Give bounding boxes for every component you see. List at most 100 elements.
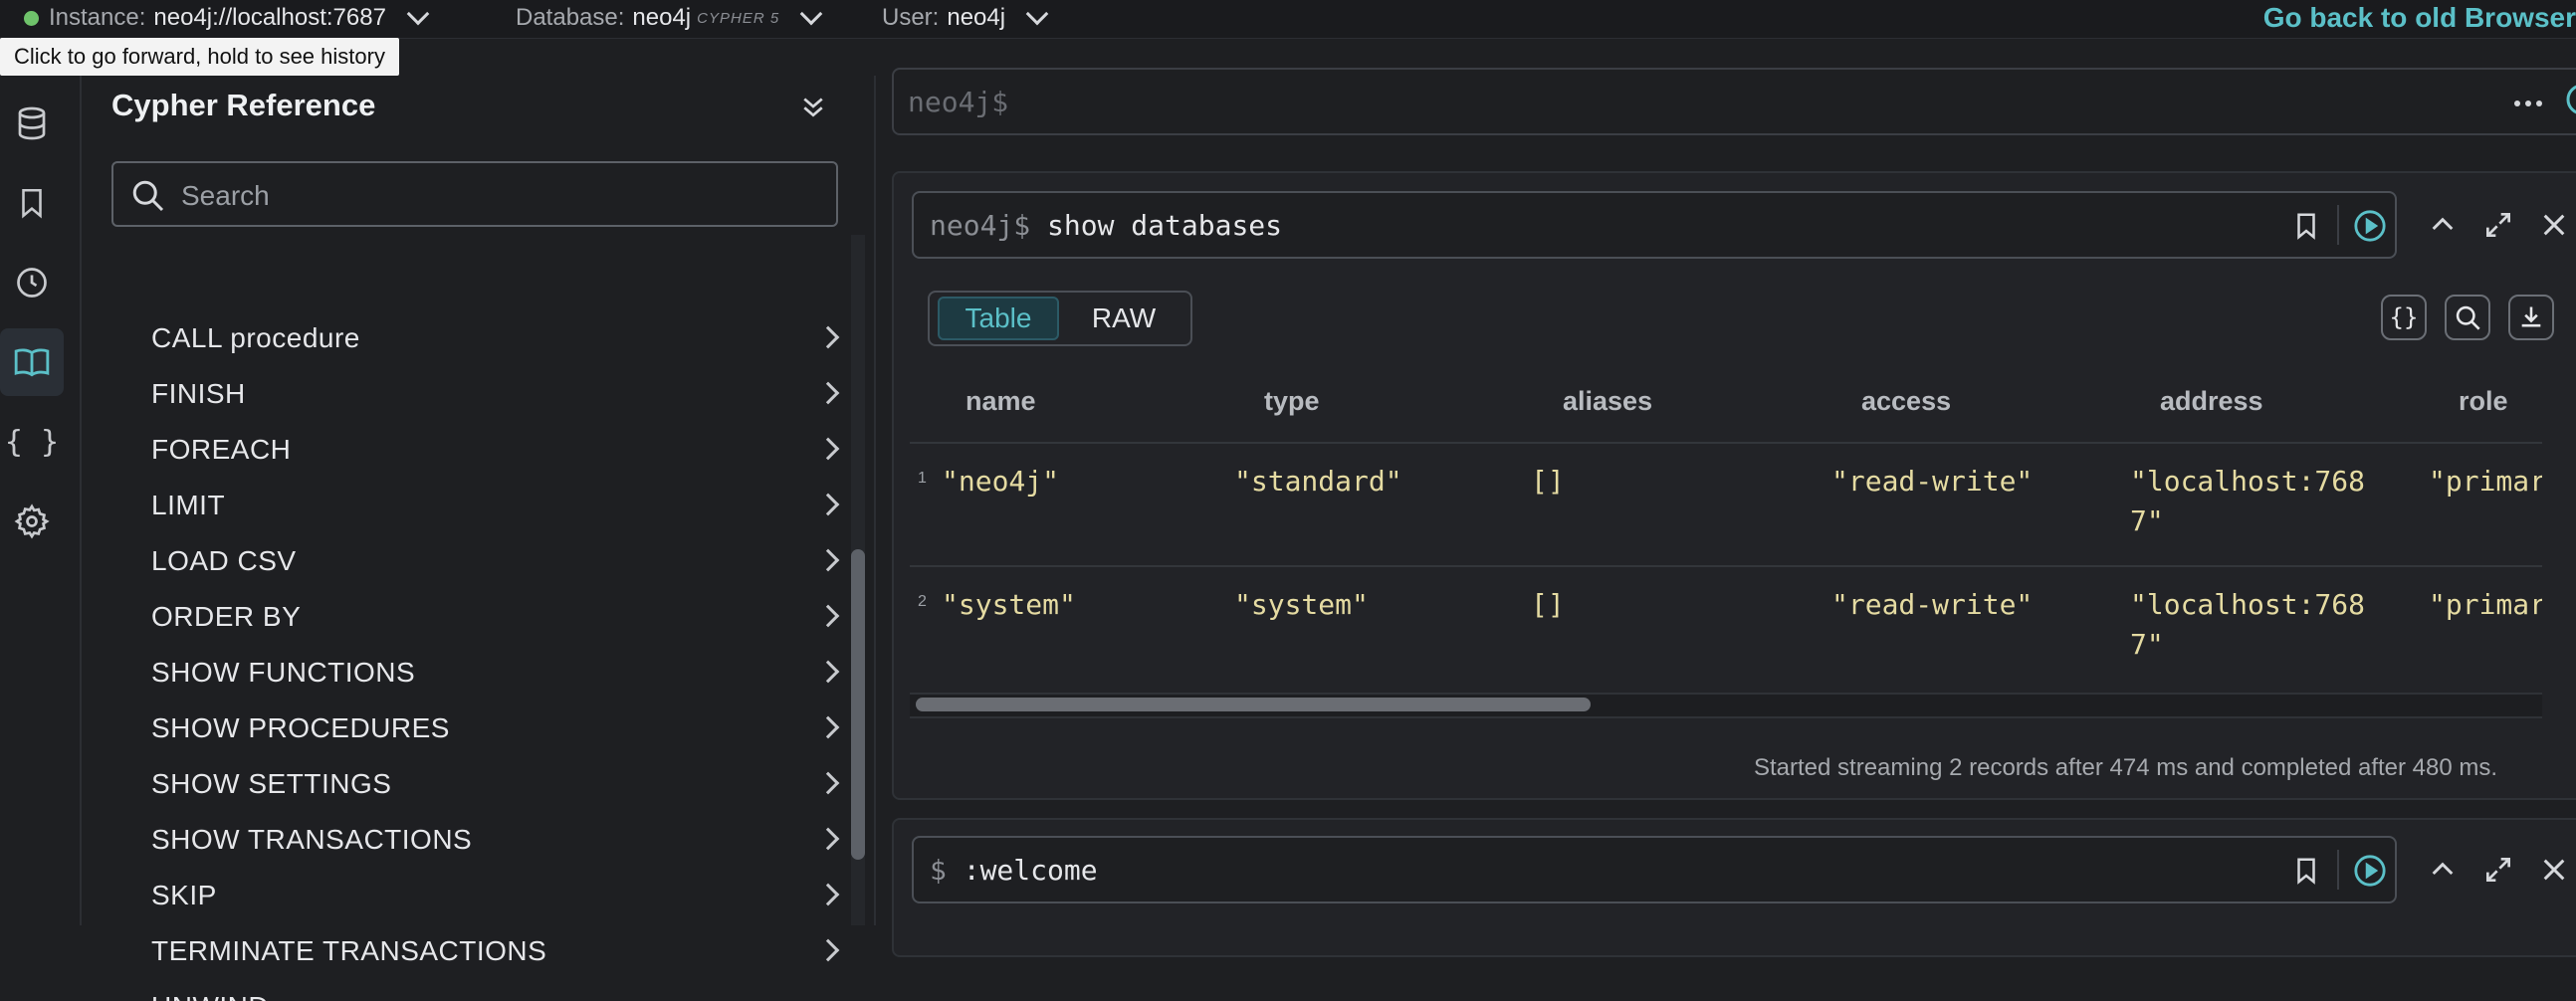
rail-history-button[interactable]: [0, 249, 64, 316]
reference-item[interactable]: FOREACH: [151, 422, 848, 478]
bookmark-icon: [22, 188, 42, 219]
fullscreen-button[interactable]: [2482, 209, 2514, 246]
column-header[interactable]: name: [966, 386, 1036, 417]
results-table: name type aliases access address role 1 …: [910, 362, 2542, 691]
reference-item-label: SHOW TRANSACTIONS: [151, 824, 473, 855]
chevron-right-icon: [816, 604, 840, 628]
close-frame-button[interactable]: [2538, 854, 2570, 891]
column-header[interactable]: role: [2459, 386, 2508, 417]
collapse-drawer-button[interactable]: [798, 92, 828, 126]
reference-item[interactable]: UNWIND: [151, 979, 848, 1001]
cell-role: "primar: [2429, 465, 2542, 498]
editor-run-button-partial[interactable]: [2562, 80, 2576, 119]
reference-item-label: LIMIT: [151, 490, 226, 520]
column-header[interactable]: aliases: [1563, 386, 1652, 417]
reference-item[interactable]: TERMINATE TRANSACTIONS: [151, 923, 848, 979]
tab-raw[interactable]: RAW: [1069, 297, 1179, 340]
reference-item[interactable]: CALL procedure: [151, 310, 848, 366]
rerun-button[interactable]: [2353, 209, 2387, 248]
json-view-button[interactable]: {}: [2381, 295, 2427, 340]
bookmark-button[interactable]: [2291, 209, 2321, 248]
close-icon: [2543, 214, 2565, 236]
collapse-frame-button[interactable]: [2427, 854, 2459, 891]
chevron-right-icon: [816, 827, 840, 851]
reference-item[interactable]: FINISH: [151, 366, 848, 422]
cell-access: "read-write": [1831, 465, 2034, 498]
history-tooltip: Click to go forward, hold to see history: [0, 38, 399, 76]
cell-name: "neo4j": [942, 465, 1060, 498]
column-header[interactable]: address: [2160, 386, 2263, 417]
cell-address: "localhost:768: [2130, 588, 2366, 621]
reference-item[interactable]: LIMIT: [151, 478, 848, 533]
reference-item-label: UNWIND: [151, 991, 269, 1001]
rail-database-button[interactable]: [0, 90, 64, 157]
book-icon: [14, 348, 50, 377]
search-icon: [2456, 305, 2480, 330]
rail-favorites-button[interactable]: [0, 169, 64, 237]
editor-prompt: neo4j$: [908, 86, 1009, 118]
connection-status-dot: [24, 10, 39, 26]
instance-value: neo4j://localhost:7687: [153, 4, 386, 31]
reference-item[interactable]: SHOW SETTINGS: [151, 756, 848, 812]
chevron-up-icon: [2432, 217, 2454, 231]
reference-item[interactable]: LOAD CSV: [151, 533, 848, 589]
chevron-right-icon: [816, 938, 840, 962]
rerun-button[interactable]: [2353, 854, 2387, 893]
chevron-right-icon: [816, 381, 840, 405]
cell-type: "standard": [1234, 465, 1402, 498]
chevron-right-icon: [816, 883, 840, 906]
filter-search-button[interactable]: [2445, 295, 2490, 340]
go-back-old-browser-link[interactable]: Go back to old Browser: [2263, 2, 2576, 34]
divider: [2337, 850, 2339, 890]
download-button[interactable]: [2508, 295, 2554, 340]
frame-query-bar[interactable]: $ :welcome: [912, 836, 2397, 903]
frame-prompt: $: [930, 854, 947, 887]
close-frame-button[interactable]: [2538, 209, 2570, 246]
tab-table[interactable]: Table: [938, 297, 1059, 340]
column-header[interactable]: access: [1861, 386, 1951, 417]
chevron-up-icon: [2432, 862, 2454, 876]
drawer-title: Cypher Reference: [111, 88, 376, 122]
fullscreen-button[interactable]: [2482, 854, 2514, 891]
run-icon: [2566, 85, 2576, 114]
bookmark-icon: [2297, 213, 2315, 240]
expand-icon: [2486, 858, 2510, 882]
top-bar: Instance: neo4j://localhost:7687 Databas…: [0, 0, 2576, 39]
reference-item[interactable]: SHOW FUNCTIONS: [151, 645, 848, 701]
reference-item[interactable]: SHOW PROCEDURES: [151, 701, 848, 756]
rail-settings-button[interactable]: [0, 488, 64, 555]
drawer-scrollbar-thumb[interactable]: [851, 549, 865, 860]
reference-item[interactable]: ORDER BY: [151, 589, 848, 645]
table-scrollbar-thumb[interactable]: [916, 698, 1591, 711]
more-options-button[interactable]: [2514, 100, 2542, 106]
chevron-right-icon: [816, 493, 840, 516]
instance-label: Instance:: [49, 4, 146, 31]
user-selector[interactable]: User: neo4j: [882, 2, 1049, 32]
view-toggle: Table RAW: [928, 291, 1192, 346]
chevron-down-icon: [406, 2, 430, 26]
reference-item-label: SKIP: [151, 880, 217, 910]
frame-prompt: neo4j$: [930, 209, 1031, 242]
database-selector[interactable]: Database: neo4j CYPHER 5: [516, 2, 823, 32]
instance-selector[interactable]: Instance: neo4j://localhost:7687: [24, 2, 430, 32]
row-divider: [910, 565, 2542, 567]
chevron-down-icon: [799, 2, 823, 26]
collapse-frame-button[interactable]: [2427, 209, 2459, 246]
reference-item-label: FOREACH: [151, 434, 292, 465]
bookmark-button[interactable]: [2291, 854, 2321, 893]
search-input[interactable]: [179, 175, 800, 217]
column-header[interactable]: type: [1264, 386, 1320, 417]
cell-aliases: []: [1531, 465, 1565, 498]
reference-item-label: ORDER BY: [151, 601, 302, 632]
divider: [2337, 205, 2339, 245]
database-icon: [18, 106, 46, 140]
query-editor[interactable]: neo4j$: [892, 68, 2576, 135]
frame-status-text: Started streaming 2 records after 474 ms…: [1754, 754, 2498, 781]
reference-item[interactable]: SKIP: [151, 868, 848, 923]
play-circle-icon: [2354, 855, 2386, 887]
rail-cypher-reference-button[interactable]: [0, 328, 64, 396]
rail-parameters-button[interactable]: { }: [0, 408, 64, 476]
cell-address: "localhost:768: [2130, 465, 2366, 498]
frame-query-bar[interactable]: neo4j$ show databases: [912, 191, 2397, 259]
reference-item[interactable]: SHOW TRANSACTIONS: [151, 812, 848, 868]
